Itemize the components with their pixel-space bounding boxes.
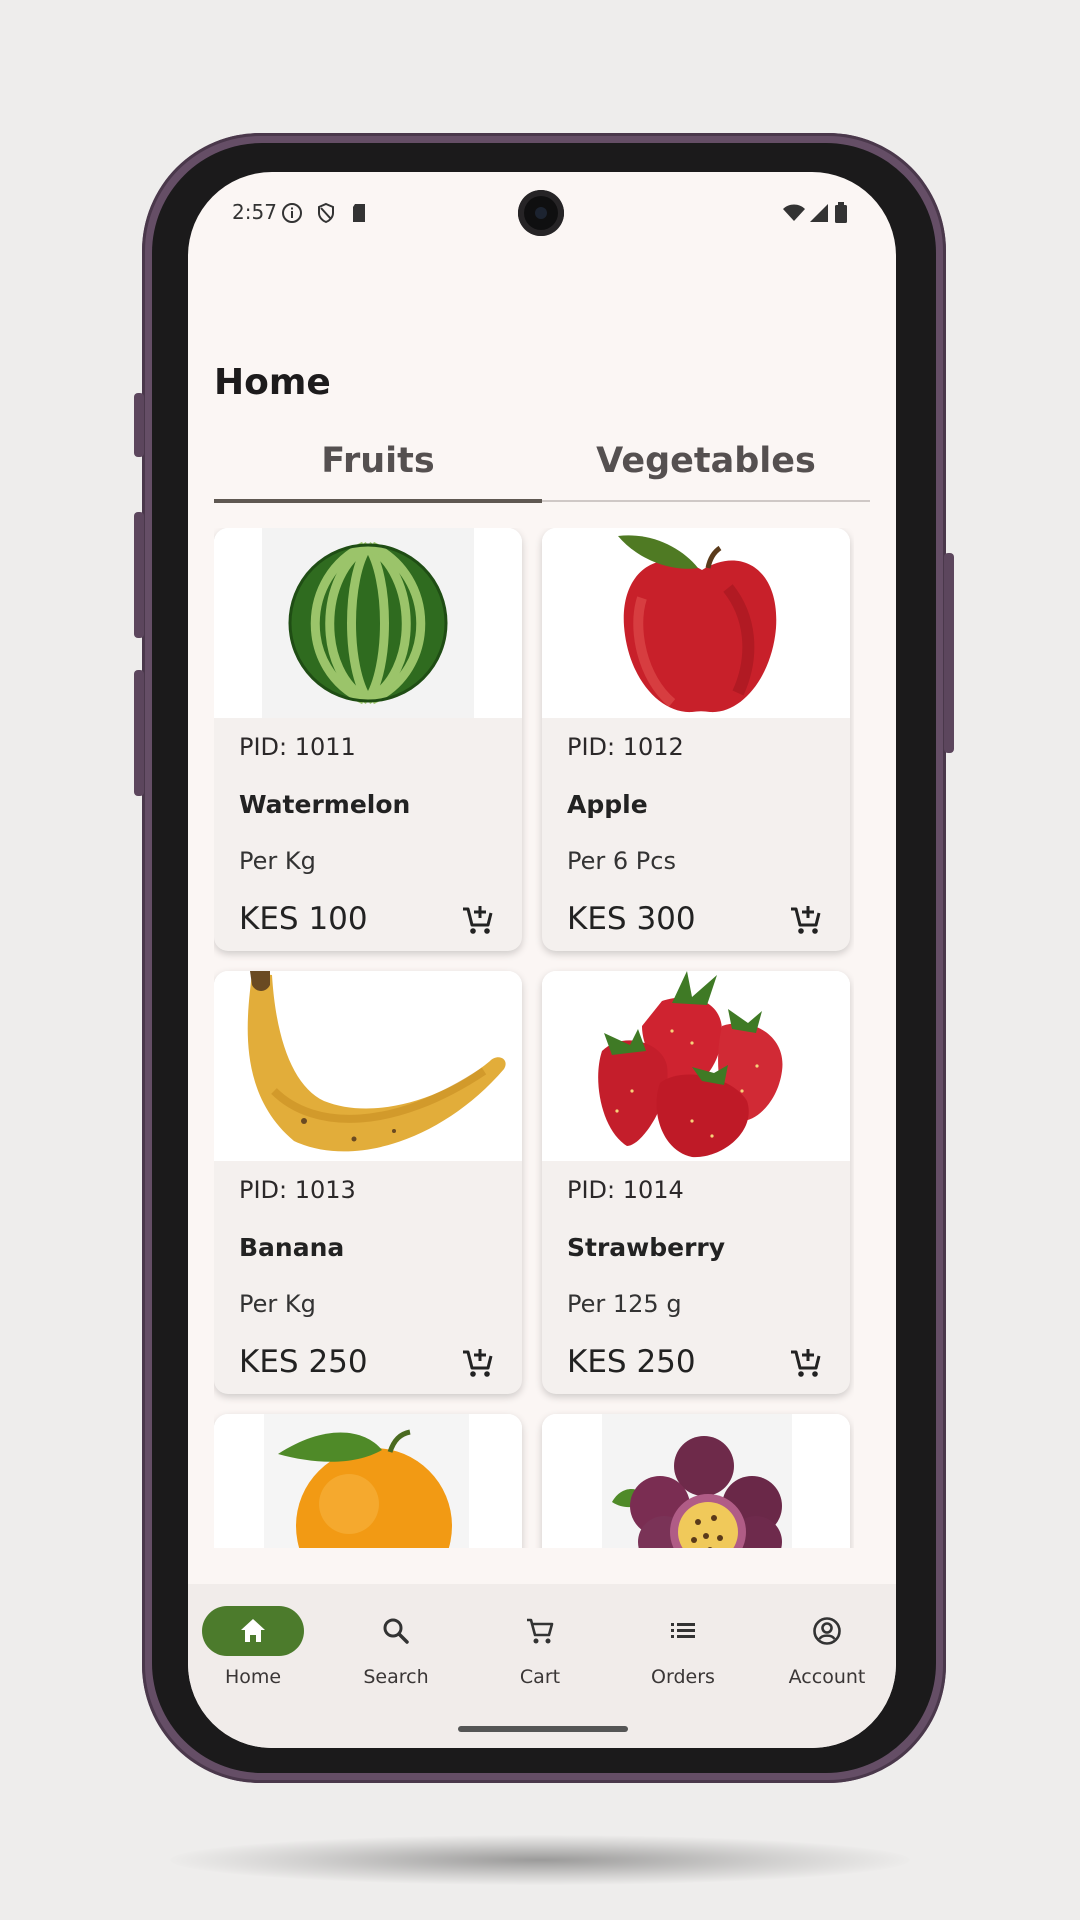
cellular-signal-icon xyxy=(810,204,828,222)
product-card-strawberry[interactable]: PID: 1014 Strawberry Per 125 g KES 250 xyxy=(542,971,850,1394)
nav-label: Search xyxy=(363,1666,429,1688)
add-to-cart-icon[interactable] xyxy=(461,1346,495,1380)
product-pid: PID: 1012 xyxy=(567,733,684,761)
side-button-power xyxy=(944,553,954,753)
product-unit: Per Kg xyxy=(239,1290,316,1318)
product-unit: Per 125 g xyxy=(567,1290,682,1318)
product-price: KES 300 xyxy=(567,901,696,937)
product-card-apple[interactable]: PID: 1012 Apple Per 6 Pcs KES 300 xyxy=(542,528,850,951)
wifi-icon xyxy=(783,204,805,221)
nav-search[interactable]: Search xyxy=(331,1606,461,1696)
info-icon xyxy=(282,203,302,223)
nav-cart[interactable]: Cart xyxy=(475,1606,605,1696)
front-camera xyxy=(518,190,564,236)
add-to-cart-icon[interactable] xyxy=(789,1346,823,1380)
product-price: KES 100 xyxy=(239,901,368,937)
nav-home[interactable]: Home xyxy=(188,1606,318,1696)
home-icon xyxy=(241,1619,265,1642)
product-price: KES 250 xyxy=(239,1344,368,1380)
product-unit: Per 6 Pcs xyxy=(567,847,676,875)
side-button-volume-down xyxy=(134,670,144,796)
watermelon-image xyxy=(214,528,522,718)
battery-icon xyxy=(835,202,847,223)
add-to-cart-icon[interactable] xyxy=(461,903,495,937)
orange-image xyxy=(214,1414,522,1548)
product-price: KES 250 xyxy=(567,1344,696,1380)
phone-shadow xyxy=(170,1835,910,1885)
gesture-home-indicator[interactable] xyxy=(458,1726,628,1732)
product-unit: Per Kg xyxy=(239,847,316,875)
strawberry-image xyxy=(542,971,850,1161)
product-name: Banana xyxy=(239,1233,345,1262)
tab-vegetables[interactable]: Vegetables xyxy=(542,422,870,500)
status-time: 2:57 xyxy=(232,200,277,224)
product-name: Strawberry xyxy=(567,1233,726,1262)
list-icon xyxy=(671,1623,695,1638)
product-card-passion-fruit[interactable] xyxy=(542,1414,850,1548)
bottom-navigation: Home Search Cart Orders Account xyxy=(188,1584,896,1748)
nav-label: Home xyxy=(224,1666,282,1688)
product-pid: PID: 1014 xyxy=(567,1176,684,1204)
tab-indicator xyxy=(214,499,542,503)
product-card-orange[interactable] xyxy=(214,1414,522,1548)
nav-label: Account xyxy=(788,1666,866,1688)
nav-label: Orders xyxy=(651,1666,715,1688)
side-button-mute xyxy=(134,393,144,457)
product-card-banana[interactable]: PID: 1013 Banana Per Kg KES 250 xyxy=(214,971,522,1394)
banana-image xyxy=(214,971,522,1161)
product-grid: PID: 1011 Watermelon Per Kg KES 100 PID:… xyxy=(214,528,854,1548)
nav-orders[interactable]: Orders xyxy=(618,1606,748,1696)
tab-fruits[interactable]: Fruits xyxy=(214,422,542,500)
product-name: Apple xyxy=(567,790,648,819)
status-bar: 2:57 xyxy=(188,172,896,252)
screen: 2:57 Home Fruits Vegetables PID: 1011 Wa… xyxy=(188,172,896,1748)
account-circle-icon xyxy=(813,1617,841,1645)
side-button-volume-up xyxy=(134,512,144,638)
product-name: Watermelon xyxy=(239,790,411,819)
shield-icon xyxy=(318,202,334,224)
product-pid: PID: 1011 xyxy=(239,733,356,761)
product-card-watermelon[interactable]: PID: 1011 Watermelon Per Kg KES 100 xyxy=(214,528,522,951)
search-icon xyxy=(383,1618,409,1644)
apple-image xyxy=(542,528,850,718)
nav-account[interactable]: Account xyxy=(762,1606,892,1696)
category-tabs: Fruits Vegetables xyxy=(214,422,870,503)
page-title: Home xyxy=(214,362,331,403)
add-to-cart-icon[interactable] xyxy=(789,903,823,937)
sim-card-icon xyxy=(353,204,365,222)
product-pid: PID: 1013 xyxy=(239,1176,356,1204)
passion-fruit-image xyxy=(542,1414,850,1548)
cart-icon xyxy=(527,1618,554,1644)
nav-label: Cart xyxy=(519,1666,561,1688)
